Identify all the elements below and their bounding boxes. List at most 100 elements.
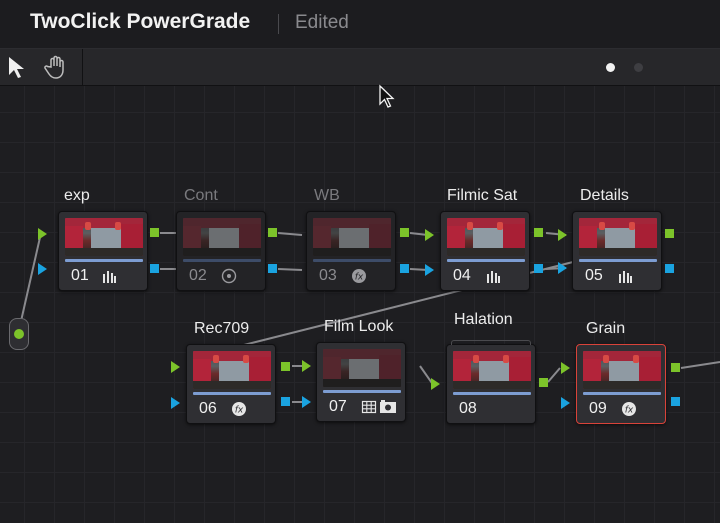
node-progress-bar	[447, 259, 525, 262]
pointer-tool-button[interactable]	[4, 53, 32, 81]
svg-text:fx: fx	[355, 273, 364, 283]
node-02[interactable]: 02	[176, 211, 266, 291]
key-input-port[interactable]	[558, 262, 567, 274]
node-04[interactable]: 04	[440, 211, 530, 291]
key-output-port[interactable]	[665, 264, 674, 273]
title-bar: TwoClick PowerGrade Edited	[0, 0, 720, 49]
node-body: 02	[176, 211, 266, 291]
node-body: 07	[316, 342, 406, 422]
node-thumbnail	[323, 349, 401, 387]
node-number: 05	[585, 267, 603, 284]
key-output-port[interactable]	[268, 264, 277, 273]
powergrade-title: TwoClick PowerGrade	[30, 10, 251, 33]
node-body: 06 fx	[186, 344, 276, 424]
node-thumbnail	[579, 218, 657, 256]
node-progress-bar	[583, 392, 661, 395]
key-output-port[interactable]	[671, 397, 680, 406]
key-output-port[interactable]	[281, 397, 290, 406]
arrow-pointer-icon	[9, 57, 24, 78]
histogram-icon	[619, 271, 632, 283]
edit-status: Edited	[295, 12, 349, 33]
node-number: 08	[459, 400, 477, 417]
key-output-port[interactable]	[400, 264, 409, 273]
node-progress-bar	[193, 392, 271, 395]
hand-icon	[44, 55, 64, 79]
node-number: 01	[71, 267, 89, 284]
node-label: Details	[580, 187, 629, 204]
node-thumbnail	[193, 351, 271, 389]
node-progress-bar	[183, 259, 261, 262]
node-body: 09 fx	[576, 344, 666, 424]
node-thumbnail	[453, 351, 531, 389]
histogram-icon	[103, 271, 116, 283]
key-input-port[interactable]	[38, 263, 47, 275]
node-progress-bar	[65, 259, 143, 262]
node-body: 08	[446, 340, 536, 424]
key-output-port[interactable]	[150, 264, 159, 273]
rgb-input-port[interactable]	[425, 229, 434, 241]
rgb-output-port[interactable]	[534, 228, 543, 237]
rgb-output-port[interactable]	[150, 228, 159, 237]
node-thumbnail	[447, 218, 525, 256]
node-toolbar	[0, 49, 720, 86]
node-08[interactable]: 08	[446, 340, 536, 424]
rgb-input-port[interactable]	[431, 378, 440, 390]
node-label: Filmic Sat	[447, 187, 518, 204]
rgb-output-port[interactable]	[671, 363, 680, 372]
node-number: 02	[189, 267, 207, 284]
node-label: WB	[314, 187, 340, 204]
rgb-input-port[interactable]	[171, 361, 180, 373]
node-progress-bar	[579, 259, 657, 262]
fx-icon: fx	[352, 269, 366, 283]
fx-icon: fx	[622, 402, 636, 416]
rgb-output-port[interactable]	[400, 228, 409, 237]
node-07[interactable]: 07	[316, 342, 406, 422]
node-label: Film Look	[324, 318, 394, 335]
key-input-port[interactable]	[302, 396, 311, 408]
key-input-port[interactable]	[425, 264, 434, 276]
source-input-node[interactable]	[9, 318, 29, 350]
title-separator	[278, 14, 279, 34]
node-progress-bar	[313, 259, 391, 262]
node-thumbnail	[583, 351, 661, 389]
rgb-input-port[interactable]	[561, 362, 570, 374]
node-label: Halation	[454, 311, 513, 328]
histogram-icon	[487, 271, 500, 283]
rgb-input-port[interactable]	[558, 229, 567, 241]
source-output-port[interactable]	[14, 329, 24, 339]
node-label: Rec709	[194, 320, 250, 337]
node-03[interactable]: 03 fx	[306, 211, 396, 291]
node-body: 05	[572, 211, 662, 291]
rgb-input-port[interactable]	[302, 360, 311, 372]
mouse-cursor-icon	[379, 84, 395, 108]
node-label: Cont	[184, 187, 218, 204]
rgb-output-port[interactable]	[268, 228, 277, 237]
node-label: Grain	[586, 320, 626, 337]
node-graph-canvas[interactable]	[0, 86, 720, 523]
node-number: 06	[199, 400, 217, 417]
rgb-output-port[interactable]	[665, 229, 674, 238]
key-output-port[interactable]	[534, 264, 543, 273]
node-06[interactable]: 06 fx	[186, 344, 276, 424]
key-input-port[interactable]	[561, 397, 570, 409]
node-01[interactable]: 01	[58, 211, 148, 291]
hand-tool-button[interactable]	[42, 53, 70, 81]
node-body: 04	[440, 211, 530, 291]
node-label: exp	[64, 187, 90, 204]
node-05[interactable]: 05	[572, 211, 662, 291]
node-number: 03	[319, 267, 337, 284]
page-dot-1[interactable]	[606, 63, 615, 72]
node-progress-bar	[453, 392, 531, 395]
rgb-output-port[interactable]	[539, 378, 548, 387]
camera-icon	[380, 400, 396, 413]
rgb-input-port[interactable]	[38, 228, 47, 240]
svg-text:fx: fx	[235, 406, 244, 416]
rgb-output-port[interactable]	[281, 362, 290, 371]
key-input-port[interactable]	[171, 397, 180, 409]
page-dot-2[interactable]	[634, 63, 643, 72]
node-thumbnail	[65, 218, 143, 256]
node-body: 03 fx	[306, 211, 396, 291]
node-09[interactable]: 09 fx	[576, 344, 666, 424]
node-number: 07	[329, 398, 347, 415]
node-thumbnail	[183, 218, 261, 256]
